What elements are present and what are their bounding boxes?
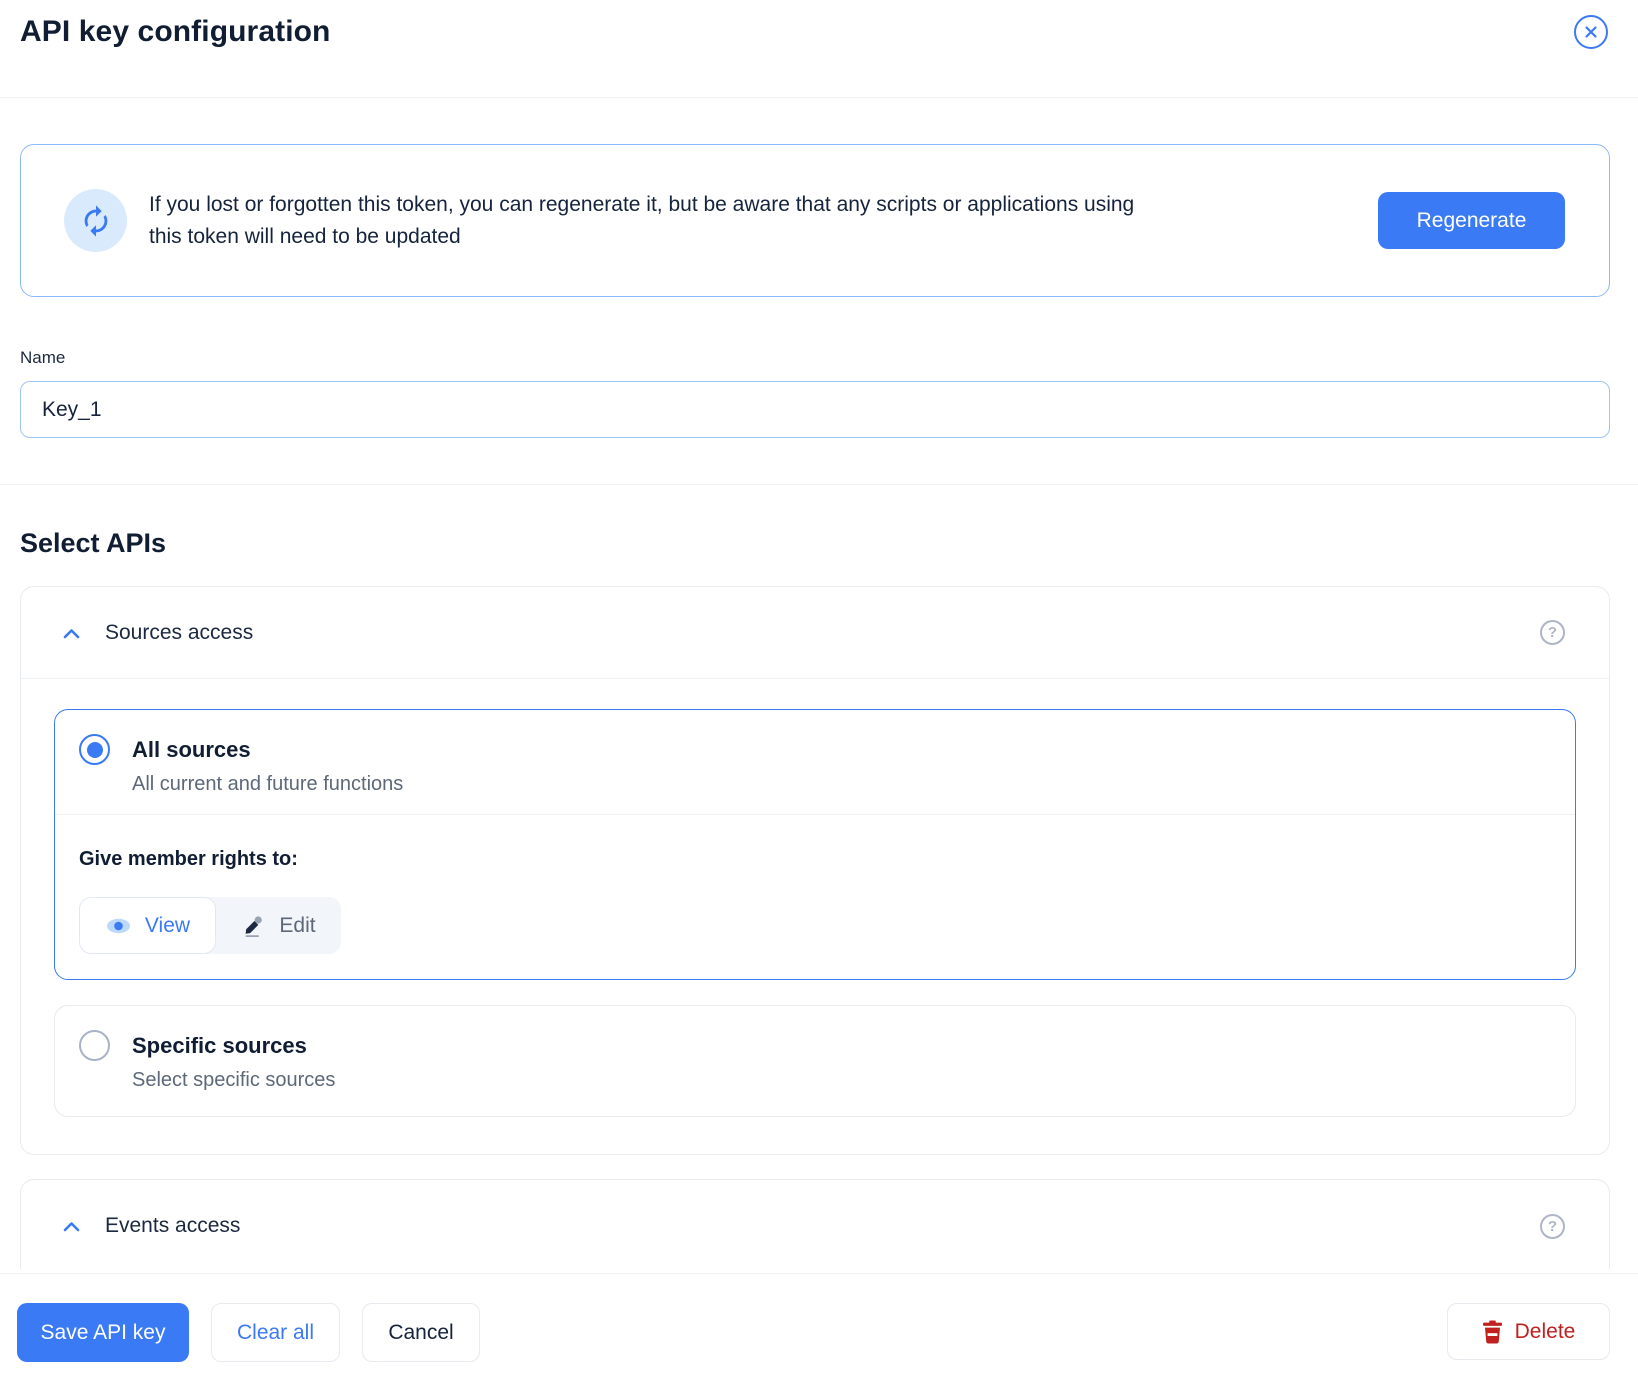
specific-sources-radio[interactable] [79,1030,110,1061]
specific-sources-option[interactable]: Specific sources Select specific sources [54,1005,1576,1117]
close-button[interactable] [1574,15,1608,49]
sources-panel-body: All sources All current and future funct… [21,679,1609,1154]
close-icon [1583,24,1599,40]
sources-panel-title: Sources access [105,620,254,644]
page-title: API key configuration [20,15,331,48]
trash-icon [1482,1320,1503,1344]
specific-sources-subtitle: Select specific sources [132,1069,336,1091]
events-panel-header: Events access ? [21,1180,1609,1269]
events-panel-title: Events access [105,1214,241,1237]
specific-sources-option-head[interactable]: Specific sources Select specific sources [55,1006,1575,1116]
chevron-up-icon [60,1217,83,1235]
events-access-panel: Events access ? [20,1179,1610,1269]
sources-collapse-button[interactable] [60,624,83,642]
all-sources-option-head[interactable]: All sources All current and future funct… [55,710,1575,814]
rights-toggle: View Edit [79,897,341,954]
member-rights-label: Give member rights to: [79,848,298,870]
name-input[interactable] [20,381,1610,438]
all-sources-radio[interactable] [79,734,110,765]
all-sources-subtitle: All current and future functions [132,773,404,795]
chevron-up-icon [60,624,83,642]
delete-label: Delete [1514,1319,1576,1343]
save-api-key-button[interactable]: Save API key [17,1303,189,1362]
delete-button[interactable]: Delete [1447,1303,1610,1360]
events-help-icon[interactable]: ? [1540,1213,1565,1239]
all-sources-option[interactable]: All sources All current and future funct… [54,709,1576,980]
sources-access-panel: Sources access ? All sources All current… [20,586,1610,1155]
member-rights-section: Give member rights to: View Edit [55,815,1575,979]
edit-segment[interactable]: Edit [216,897,341,954]
all-sources-title: All sources [132,737,251,762]
refresh-icon [79,204,113,238]
select-apis-heading: Select APIs [20,528,167,558]
page-root: API key configuration If you lost or for… [0,0,1638,1386]
sources-panel-header: Sources access ? [21,587,1609,679]
radio-dot [86,741,103,758]
regenerate-banner: If you lost or forgotten this token, you… [20,144,1610,297]
edit-label: Edit [279,913,316,937]
sources-help-icon[interactable]: ? [1540,620,1565,645]
clear-all-button[interactable]: Clear all [211,1303,340,1362]
pencil-icon [241,913,266,938]
dialog-footer: Save API key Clear all Cancel Delete [0,1273,1638,1386]
cancel-button[interactable]: Cancel [362,1303,480,1362]
all-sources-texts: All sources All current and future funct… [132,734,403,796]
banner-message: If you lost or forgotten this token, you… [149,192,1135,248]
eye-icon [105,916,132,936]
specific-sources-texts: Specific sources Select specific sources [132,1030,335,1092]
view-label: View [144,913,191,937]
regenerate-button[interactable]: Regenerate [1378,192,1565,249]
dialog-header: API key configuration [0,0,1638,98]
view-segment[interactable]: View [79,897,216,954]
section-divider [0,484,1638,485]
name-label: Name [20,348,66,367]
refresh-icon-circle [64,189,127,252]
specific-sources-title: Specific sources [132,1033,307,1058]
events-collapse-button[interactable] [60,1217,83,1235]
